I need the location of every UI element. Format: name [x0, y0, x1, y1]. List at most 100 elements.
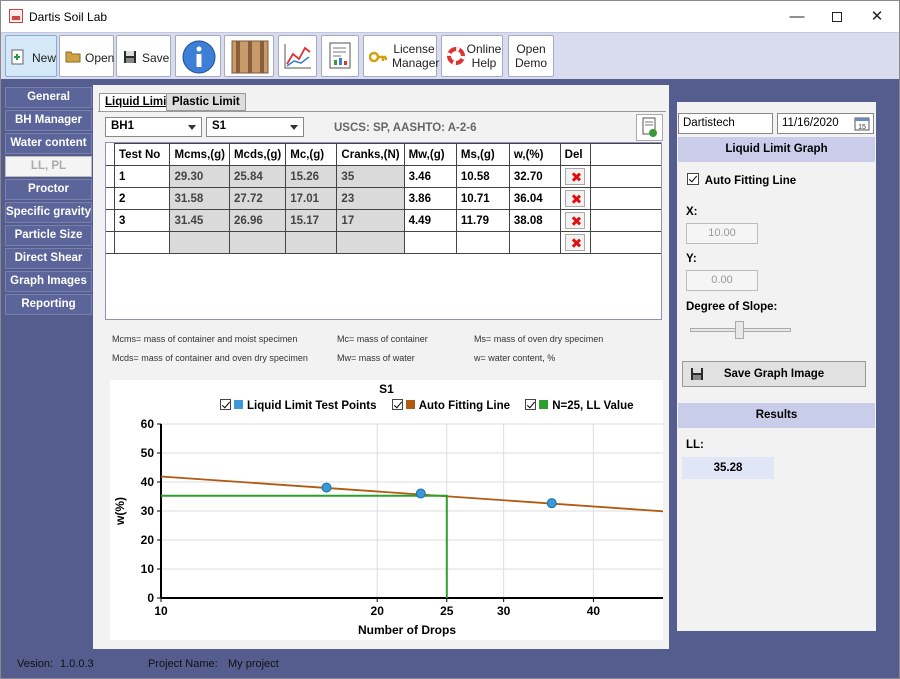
liquid-limit-chart: 0 10 20 30 40 50 60 10 20 25 30 40 Number of Drops w(…: [110, 380, 663, 640]
cell-mc[interactable]: 15.26: [285, 165, 338, 188]
cell-cranks[interactable]: 23: [336, 187, 405, 210]
legend-item-ll[interactable]: N=25, LL Value: [525, 399, 634, 412]
chart-button[interactable]: [278, 35, 317, 77]
col-del: Del: [559, 143, 592, 166]
calendar-icon[interactable]: 15: [854, 116, 870, 131]
project-label: Project Name:: [148, 658, 218, 670]
save-graph-image-button[interactable]: Save Graph Image: [682, 361, 866, 387]
nav-specific-gravity[interactable]: Specific gravity: [5, 202, 92, 223]
soil-layers-icon: [231, 40, 269, 74]
cell-mw: 4.49: [403, 209, 457, 232]
license-manager-button[interactable]: License Manager: [363, 35, 440, 77]
ll-pl-panel: Liquid Limit Plastic Limit BH1 S1 USCS: …: [93, 85, 669, 651]
main-area: Liquid Limit Plastic Limit BH1 S1 USCS: …: [93, 79, 899, 651]
company-field[interactable]: Dartistech: [678, 113, 773, 134]
cell-cranks[interactable]: 17: [336, 209, 405, 232]
cell-mw: [403, 231, 457, 254]
auto-fit-label: Auto Fitting Line: [704, 175, 797, 187]
cell-mc[interactable]: 15.17: [285, 209, 338, 232]
nav-graph-images[interactable]: Graph Images: [5, 271, 92, 292]
borehole-log-button[interactable]: [224, 35, 274, 77]
open-demo-button[interactable]: Open Demo: [508, 35, 554, 77]
x-tick-label: 25: [440, 604, 454, 618]
license-label: License Manager: [392, 42, 440, 70]
cell-test-no[interactable]: 2: [113, 187, 171, 210]
x-input[interactable]: 10.00: [686, 223, 758, 244]
checkbox-icon: [220, 399, 231, 410]
slope-slider-thumb[interactable]: [735, 321, 744, 339]
new-file-icon: [11, 49, 24, 65]
delete-row-icon[interactable]: [564, 190, 585, 207]
save-label: Save: [142, 51, 170, 65]
sample-select[interactable]: S1: [206, 117, 304, 137]
nav-bh-manager[interactable]: BH Manager: [5, 110, 92, 131]
legend-w: w= water content, %: [474, 353, 556, 363]
report-button[interactable]: [321, 35, 359, 77]
legend-mw: Mw= mass of water: [337, 353, 415, 363]
export-button[interactable]: [636, 114, 663, 141]
nav-general[interactable]: General: [5, 87, 92, 108]
cell-mcms[interactable]: 31.58: [169, 187, 230, 210]
delete-row-icon[interactable]: [564, 234, 585, 251]
status-bar: Vesion: 1.0.0.3 Project Name: My project: [1, 649, 899, 678]
swatch-ll: [539, 400, 549, 409]
tab-liquid-limit[interactable]: Liquid Limit: [99, 93, 177, 111]
delete-row-icon[interactable]: [564, 212, 585, 229]
x-tick-label: 10: [154, 604, 168, 618]
cell-mcds[interactable]: [228, 231, 287, 254]
cell-test-no[interactable]: 1: [113, 165, 171, 188]
tab-plastic-limit[interactable]: Plastic Limit: [166, 93, 246, 111]
cell-filler: [590, 231, 661, 254]
nav-direct-shear[interactable]: Direct Shear: [5, 248, 92, 269]
title-bar: Dartis Soil Lab — ✕: [1, 1, 899, 32]
nav-reporting[interactable]: Reporting: [5, 294, 92, 315]
cell-cranks[interactable]: [336, 231, 405, 254]
y-input[interactable]: 0.00: [686, 270, 758, 291]
new-button[interactable]: New: [5, 35, 57, 77]
delete-row-icon[interactable]: [564, 168, 585, 185]
nav-particle-size[interactable]: Particle Size: [5, 225, 92, 246]
save-button[interactable]: Save: [116, 35, 171, 77]
cell-mcms[interactable]: 29.30: [169, 165, 230, 188]
cell-mcds[interactable]: 26.96: [228, 209, 287, 232]
x-axis-label: Number of Drops: [358, 623, 456, 637]
cell-mw: 3.86: [403, 187, 457, 210]
liquid-limit-table: Test No Mcms,(g) Mcds,(g) Mc,(g) Cranks,…: [106, 143, 661, 254]
chevron-down-icon: [290, 125, 298, 130]
about-button[interactable]: [175, 35, 221, 77]
cell-mc[interactable]: [285, 231, 338, 254]
nav-water-content[interactable]: Water content: [5, 133, 92, 154]
cell-mcds[interactable]: 27.72: [228, 187, 287, 210]
open-button[interactable]: Open: [59, 35, 114, 77]
cell-ms: 10.58: [455, 165, 510, 188]
cell-mcms[interactable]: 31.45: [169, 209, 230, 232]
cell-test-no[interactable]: [113, 231, 171, 254]
auto-fit-checkbox[interactable]: Auto Fitting Line: [687, 173, 796, 187]
legend-item-points[interactable]: Liquid Limit Test Points: [220, 399, 376, 412]
save-graph-label: Save Graph Image: [723, 368, 825, 380]
cell-test-no[interactable]: 3: [113, 209, 171, 232]
cell-mc[interactable]: 17.01: [285, 187, 338, 210]
online-help-button[interactable]: Online Help: [441, 35, 503, 77]
date-picker[interactable]: 11/16/2020 15: [777, 113, 874, 134]
nav-proctor[interactable]: Proctor: [5, 179, 92, 200]
graph-header: Liquid Limit Graph: [678, 137, 875, 162]
borehole-select[interactable]: BH1: [105, 117, 202, 137]
checkbox-icon: [525, 399, 537, 410]
y-tick-label: 0: [147, 591, 154, 605]
key-icon: [369, 51, 387, 63]
nav-ll-pl[interactable]: LL, PL: [5, 156, 92, 177]
open-label: Open: [85, 51, 115, 65]
legend-item-fit[interactable]: Auto Fitting Line: [391, 399, 510, 412]
y-label: Y:: [686, 253, 697, 265]
maximize-icon: [832, 12, 842, 23]
cell-mcds[interactable]: 25.84: [228, 165, 287, 188]
cell-filler: [590, 165, 661, 188]
close-button[interactable]: ✕: [854, 1, 899, 32]
cell-mw: 3.46: [403, 165, 457, 188]
cell-cranks[interactable]: 35: [336, 165, 405, 188]
cell-ms: [455, 231, 510, 254]
legend-ms: Ms= mass of oven dry specimen: [474, 334, 604, 344]
cell-mcms[interactable]: [169, 231, 230, 254]
row-header-cell: [106, 209, 115, 232]
